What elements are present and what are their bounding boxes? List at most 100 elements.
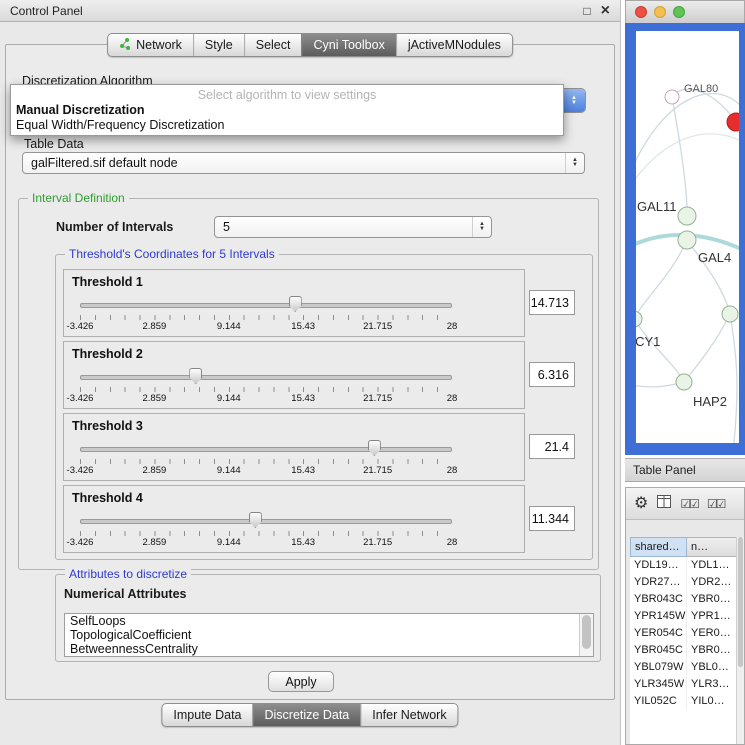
dropdown-option[interactable]: Manual Discretization	[11, 103, 563, 118]
table-row[interactable]: YBR045CYBR0…	[630, 642, 738, 659]
node-label: GAL11	[637, 199, 677, 214]
tab-cyni-toolbox[interactable]: Cyni Toolbox	[301, 34, 395, 56]
column-header[interactable]: n…	[687, 537, 738, 557]
threshold-slider[interactable]	[80, 512, 452, 528]
table-row[interactable]: YPR145WYPR1…	[630, 608, 738, 625]
gear-icon[interactable]: ⚙	[634, 496, 648, 512]
network-node[interactable]	[665, 90, 679, 104]
table-row[interactable]: YLR345WYLR3…	[630, 676, 738, 693]
threshold-value-field[interactable]: 14.713	[529, 290, 575, 315]
table-cell: YLR3…	[687, 676, 738, 693]
network-edge[interactable]	[636, 94, 739, 171]
table-row[interactable]: YBL079WYBL0…	[630, 659, 738, 676]
apply-button[interactable]: Apply	[268, 671, 334, 692]
network-node[interactable]	[678, 231, 696, 249]
threshold-row: Threshold 2 -3.4262.8599.14415.4321.7152…	[63, 341, 594, 409]
slider-handle[interactable]	[249, 512, 262, 528]
scrollbar-thumb[interactable]	[738, 537, 743, 667]
combo-stepper-icon[interactable]: ▲▼	[565, 153, 584, 173]
combo-stepper-icon[interactable]: ▲▼	[472, 217, 491, 237]
network-node[interactable]	[678, 207, 696, 225]
close-traffic-light-icon[interactable]	[635, 6, 647, 18]
node-label: GCY1	[636, 334, 660, 349]
attributes-listbox[interactable]: SelfLoopsTopologicalCoefficientBetweenne…	[64, 613, 594, 657]
threshold-label: Threshold 3	[72, 419, 143, 433]
network-edge[interactable]	[684, 314, 730, 382]
network-edge[interactable]	[636, 240, 687, 319]
zoom-traffic-light-icon[interactable]	[673, 6, 685, 18]
threshold-slider[interactable]	[80, 368, 452, 384]
tab-network[interactable]: Network	[108, 34, 193, 56]
network-edge[interactable]	[672, 97, 687, 207]
tick-label: -3.426	[67, 393, 94, 404]
list-scrollbar[interactable]	[579, 614, 593, 656]
tick-label: 15.43	[291, 393, 315, 404]
threshold-box: Threshold 3 -3.4262.8599.14415.4321.7152…	[63, 413, 525, 481]
table-data-combobox[interactable]: galFiltered.sif default node ▲▼	[22, 152, 585, 174]
table-scrollbar[interactable]	[736, 537, 744, 744]
node-label: GAL4	[698, 250, 731, 265]
table-panel-header[interactable]: Table Panel	[625, 458, 745, 482]
slider-track[interactable]	[80, 375, 452, 380]
table-row[interactable]: YDL19…YDL1…	[630, 557, 738, 574]
network-edge[interactable]	[636, 319, 684, 382]
slider-track[interactable]	[80, 447, 452, 452]
network-edge[interactable]	[730, 314, 737, 443]
attribute-list-item[interactable]: BetweennessCentrality	[65, 642, 593, 656]
column-header[interactable]: shared…	[630, 537, 687, 557]
control-panel-titlebar[interactable]: Control Panel □ ×	[0, 0, 620, 22]
slider-ticks	[80, 315, 452, 320]
table-cell: YDR27…	[630, 574, 687, 591]
attribute-list-item[interactable]: SelfLoops	[65, 614, 593, 628]
tab-impute-data[interactable]: Impute Data	[162, 704, 252, 726]
network-window-titlebar[interactable]	[625, 0, 745, 23]
tab-style[interactable]: Style	[193, 34, 244, 56]
slider-handle[interactable]	[289, 296, 302, 312]
slider-handle[interactable]	[368, 440, 381, 456]
network-node[interactable]	[722, 306, 738, 322]
select-rows-icon[interactable]: ☑☑	[707, 497, 725, 511]
dropdown-placeholder-option[interactable]: Select algorithm to view settings	[11, 87, 563, 103]
select-columns-icon[interactable]: ☑☑	[680, 497, 698, 511]
numerical-attributes-label: Numerical Attributes	[64, 587, 186, 601]
number-of-intervals-combobox[interactable]: 5 ▲▼	[214, 216, 492, 238]
network-node[interactable]	[636, 311, 642, 327]
network-graph[interactable]: GAL80GAL11GAL4GCY1HAP2	[636, 31, 739, 443]
network-node[interactable]	[676, 374, 692, 390]
dropdown-option[interactable]: Equal Width/Frequency Discretization	[11, 118, 563, 133]
minimize-icon[interactable]: □	[583, 4, 590, 18]
close-icon[interactable]: ×	[601, 6, 610, 16]
threshold-value-field[interactable]: 6.316	[529, 362, 575, 387]
attributes-group: Attributes to discretize Numerical Attri…	[55, 574, 601, 662]
table-row[interactable]: YBR043CYBR0…	[630, 591, 738, 608]
scrollbar-thumb[interactable]	[582, 615, 591, 649]
table-cell: YIL0…	[687, 693, 738, 710]
table-row[interactable]: YDR27…YDR2…	[630, 574, 738, 591]
table-row[interactable]: YER054CYER0…	[630, 625, 738, 642]
tick-label: 2.859	[143, 321, 167, 332]
tab-infer-network[interactable]: Infer Network	[360, 704, 457, 726]
slider-track[interactable]	[80, 519, 452, 524]
minimize-traffic-light-icon[interactable]	[654, 6, 666, 18]
threshold-label: Threshold 4	[72, 491, 143, 505]
attribute-list-item[interactable]: TopologicalCoefficient	[65, 628, 593, 642]
tick-label: 28	[447, 321, 458, 332]
tick-label: 2.859	[143, 393, 167, 404]
table-cell: YBR045C	[630, 642, 687, 659]
threshold-slider[interactable]	[80, 440, 452, 456]
network-canvas[interactable]: GAL80GAL11GAL4GCY1HAP2	[636, 31, 739, 443]
threshold-value-field[interactable]: 21.4	[529, 434, 575, 459]
table-row[interactable]: YIL052CYIL0…	[630, 693, 738, 710]
screen: Control Panel □ × NetworkStyleSelectCyni…	[0, 0, 745, 745]
slider-track[interactable]	[80, 303, 452, 308]
columns-icon[interactable]	[657, 495, 671, 513]
threshold-value-field[interactable]: 11.344	[529, 506, 575, 531]
tab-select[interactable]: Select	[244, 34, 302, 56]
slider-handle[interactable]	[189, 368, 202, 384]
tab-discretize-data[interactable]: Discretize Data	[253, 704, 361, 726]
combo-stepper-icon[interactable]: ▲▼	[563, 89, 585, 112]
threshold-slider[interactable]	[80, 296, 452, 312]
network-node[interactable]	[727, 113, 739, 131]
tab-jactivemnodules[interactable]: jActiveMNodules	[396, 34, 512, 56]
tab-label: Infer Network	[372, 708, 446, 722]
